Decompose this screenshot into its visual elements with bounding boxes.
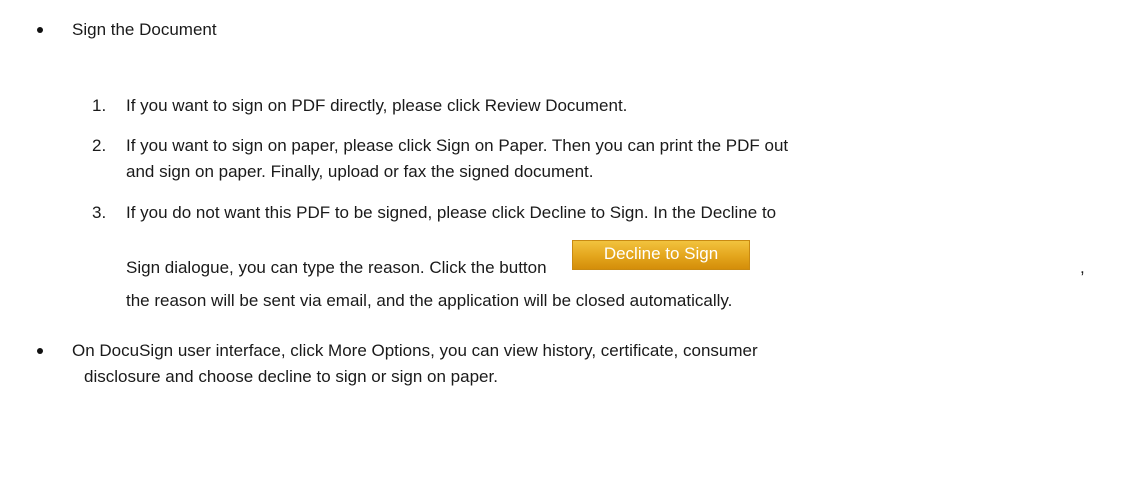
decline-to-sign-button[interactable]: Decline to Sign bbox=[572, 240, 750, 270]
item-text-line: If you want to sign on paper, please cli… bbox=[126, 136, 789, 155]
paragraph-text: disclosure and choose decline to sign or… bbox=[84, 367, 498, 386]
comma: , bbox=[1080, 258, 1085, 277]
item-text: If you do not want this PDF to be signed… bbox=[126, 203, 777, 222]
bullet-dot bbox=[37, 27, 43, 33]
item-text: If you want to sign on paper, please cli… bbox=[126, 135, 1089, 157]
item-text: the reason will be sent via email, and t… bbox=[126, 291, 733, 310]
section-heading: Sign the Document bbox=[72, 20, 217, 39]
item-number: 3. bbox=[92, 203, 107, 222]
paragraph-text: On DocuSign user interface, click More O… bbox=[72, 341, 758, 360]
item-number: 2. bbox=[92, 136, 107, 155]
item-text: and sign on paper. Finally, upload or fa… bbox=[126, 162, 594, 181]
item-number: 1. bbox=[92, 96, 107, 115]
item-text: If you want to sign on PDF directly, ple… bbox=[126, 96, 628, 115]
item-text: Sign dialogue, you can type the reason. … bbox=[126, 258, 547, 277]
bullet-dot bbox=[37, 348, 43, 354]
